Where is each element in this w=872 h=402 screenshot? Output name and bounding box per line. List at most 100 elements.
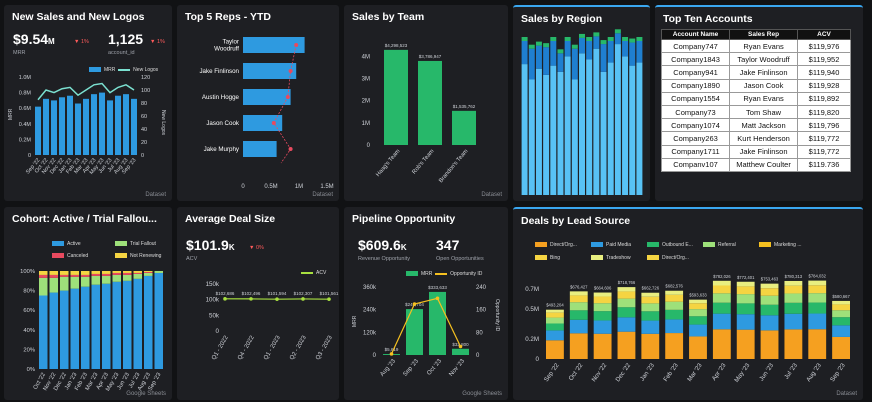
table-row[interactable]: Company1843 Taylor Woodruff $119,952 <box>660 52 851 67</box>
y2-tick: 80 <box>141 101 147 107</box>
y-tick: 0.2M <box>19 137 32 143</box>
bar-segment <box>571 48 578 80</box>
panel-top-reps[interactable]: Top 5 Reps - YTD Taylor Woodruff Jake Finl… <box>177 5 339 201</box>
cell-account: Company747 <box>660 38 731 54</box>
bar-segment <box>600 40 607 45</box>
table-row[interactable]: Company263 Kurt Henderson $119,772 <box>660 131 851 146</box>
panel-new-sales[interactable]: New Sales and New Logos $9.54M ▼ 1% MRR … <box>4 5 172 201</box>
bar-segment <box>760 288 779 296</box>
y-tick: 80% <box>23 289 35 295</box>
y2-tick: 60 <box>141 114 147 120</box>
bar-segment <box>614 44 621 195</box>
target-marker <box>288 69 293 73</box>
bar-segment <box>133 271 142 273</box>
bar-segment <box>546 312 564 318</box>
bar-segment <box>528 44 535 49</box>
cohort-chart[interactable]: 0%20%40%60%80%100%Oct '22Nov '22Dec '22J… <box>4 207 172 400</box>
bar-segment <box>641 292 660 297</box>
bar-segment <box>784 329 803 359</box>
bar-segment <box>665 319 684 334</box>
data-label: $662,726 <box>642 286 660 291</box>
bar-segment <box>528 48 535 80</box>
col-account[interactable]: Account Name <box>660 29 731 40</box>
y-tick: 100% <box>20 269 35 275</box>
lead-source-chart[interactable]: 0 0.2M 0.5M 0.7M $493,204 Sep '22 $676,427 Oct … <box>513 209 863 400</box>
bar-segment <box>571 79 578 195</box>
bar-segment <box>593 32 600 37</box>
cell-account: Companv107 <box>660 157 731 172</box>
cell-rep: Taylor Woodruff <box>729 52 799 67</box>
bar-segment <box>593 320 612 334</box>
bar-segment <box>617 331 636 359</box>
bar-segment <box>557 71 564 195</box>
bar-segment <box>641 303 660 312</box>
data-label: $682,576 <box>665 284 683 289</box>
table-row[interactable]: Company747 Ryan Evans $119,976 <box>660 38 851 54</box>
table-row[interactable]: Company1890 Jason Cook $119,928 <box>660 78 851 93</box>
panel-sales-region[interactable]: Sales by Region <box>513 5 650 201</box>
data-label: $102,307 <box>294 291 313 296</box>
bar-segment <box>154 271 163 273</box>
col-acv[interactable]: ACV <box>797 29 851 40</box>
bar-segment <box>586 59 593 196</box>
data-label: $772,401 <box>737 275 755 280</box>
target-marker <box>285 95 290 99</box>
bar-segment <box>712 313 731 330</box>
data-label: $676,427 <box>570 284 588 289</box>
bar-segment <box>712 329 731 359</box>
table-row[interactable]: Company1554 Ryan Evans $119,892 <box>660 91 851 106</box>
table-row[interactable]: Company941 Jake Finlinson $119,940 <box>660 65 851 80</box>
pipeline-chart[interactable]: 0 120k 240k 360k 0 80 160 240 MRR Opportunity ID $… <box>344 207 508 400</box>
bar-segment <box>593 48 600 196</box>
bar-segment <box>614 33 621 45</box>
panel-lead-source[interactable]: Deals by Lead Source Direct/Org... Paid M… <box>513 207 863 400</box>
x-tick: Mar '23 <box>686 362 704 383</box>
bar <box>243 89 291 105</box>
y-tick: 0 <box>367 143 371 149</box>
y-tick: 0 <box>28 153 31 159</box>
x-tick: Brandon's Team <box>438 148 469 184</box>
sales-team-chart[interactable]: 0 1M 2M 3M 4M $4,298,523 Haag's Team $3,786,947… <box>344 5 508 201</box>
bar-segment <box>569 291 588 296</box>
bar-segment <box>144 272 153 276</box>
bar <box>59 97 65 155</box>
table-row[interactable]: Company1074 Matt Jackson $119,796 <box>660 118 851 133</box>
target-marker <box>271 121 276 125</box>
x-tick: Rob's Team <box>411 148 435 175</box>
bar-segment <box>39 295 48 369</box>
new-sales-chart[interactable]: 00.2M0.4M0.6M0.8M1.0M020406080100120MRR N… <box>4 5 172 201</box>
table-row[interactable]: Company73 Tom Shaw $119,820 <box>660 104 851 120</box>
data-label: $593,633 <box>689 293 707 298</box>
bar-segment <box>579 37 585 54</box>
top-reps-chart[interactable]: TaylorWoodruff Jake Finlinson Austin Hogge… <box>177 5 339 201</box>
y-tick: 50k <box>209 312 220 319</box>
panel-pipeline[interactable]: Pipeline Opportunity $609.6K Revenue Opp… <box>344 207 508 400</box>
bar-segment <box>144 275 153 369</box>
panel-sales-team[interactable]: Sales by Team 0 1M 2M 3M 4M $4,298,523 Haag's … <box>344 5 508 201</box>
bar-segment <box>546 317 564 324</box>
bar <box>243 141 277 157</box>
bar-segment <box>617 298 636 308</box>
data-label: $1,535,762 <box>453 104 476 109</box>
bar-segment <box>607 62 614 196</box>
data-label: $101,594 <box>268 291 287 296</box>
panel-cohort[interactable]: Cohort: Active / Trial Fallou... Active T… <box>4 207 172 400</box>
bar-segment <box>832 304 850 311</box>
table-row[interactable]: Company1711 Jake Finlinson $119,772 <box>660 144 851 159</box>
bar-segment <box>593 296 612 304</box>
bar-segment <box>760 304 779 316</box>
table-row[interactable]: Companv107 Matthew Coulter $119.736 <box>660 157 851 172</box>
data-point <box>249 297 253 301</box>
bar-segment <box>736 329 755 359</box>
x-tick: May '23 <box>733 362 751 384</box>
panel-deal-size[interactable]: Average Deal Size $101.9K ▼ 0% ACV ACV 0… <box>177 207 339 400</box>
panel-top-accounts[interactable]: Top Ten Accounts Account Name Sales Rep … <box>655 5 863 201</box>
x-tick: Q4 - 2022 <box>237 334 256 361</box>
bar-segment <box>123 280 132 369</box>
x-tick: Sep '23 <box>829 362 847 384</box>
deal-size-chart[interactable]: 0 50k 100k 150k $102,686 Q1 - 2022 $102,496 Q4 … <box>177 207 339 400</box>
bar <box>115 95 121 155</box>
bar-segment <box>39 274 48 278</box>
sales-region-chart[interactable] <box>513 7 650 201</box>
col-rep[interactable]: Sales Rep <box>729 29 799 40</box>
